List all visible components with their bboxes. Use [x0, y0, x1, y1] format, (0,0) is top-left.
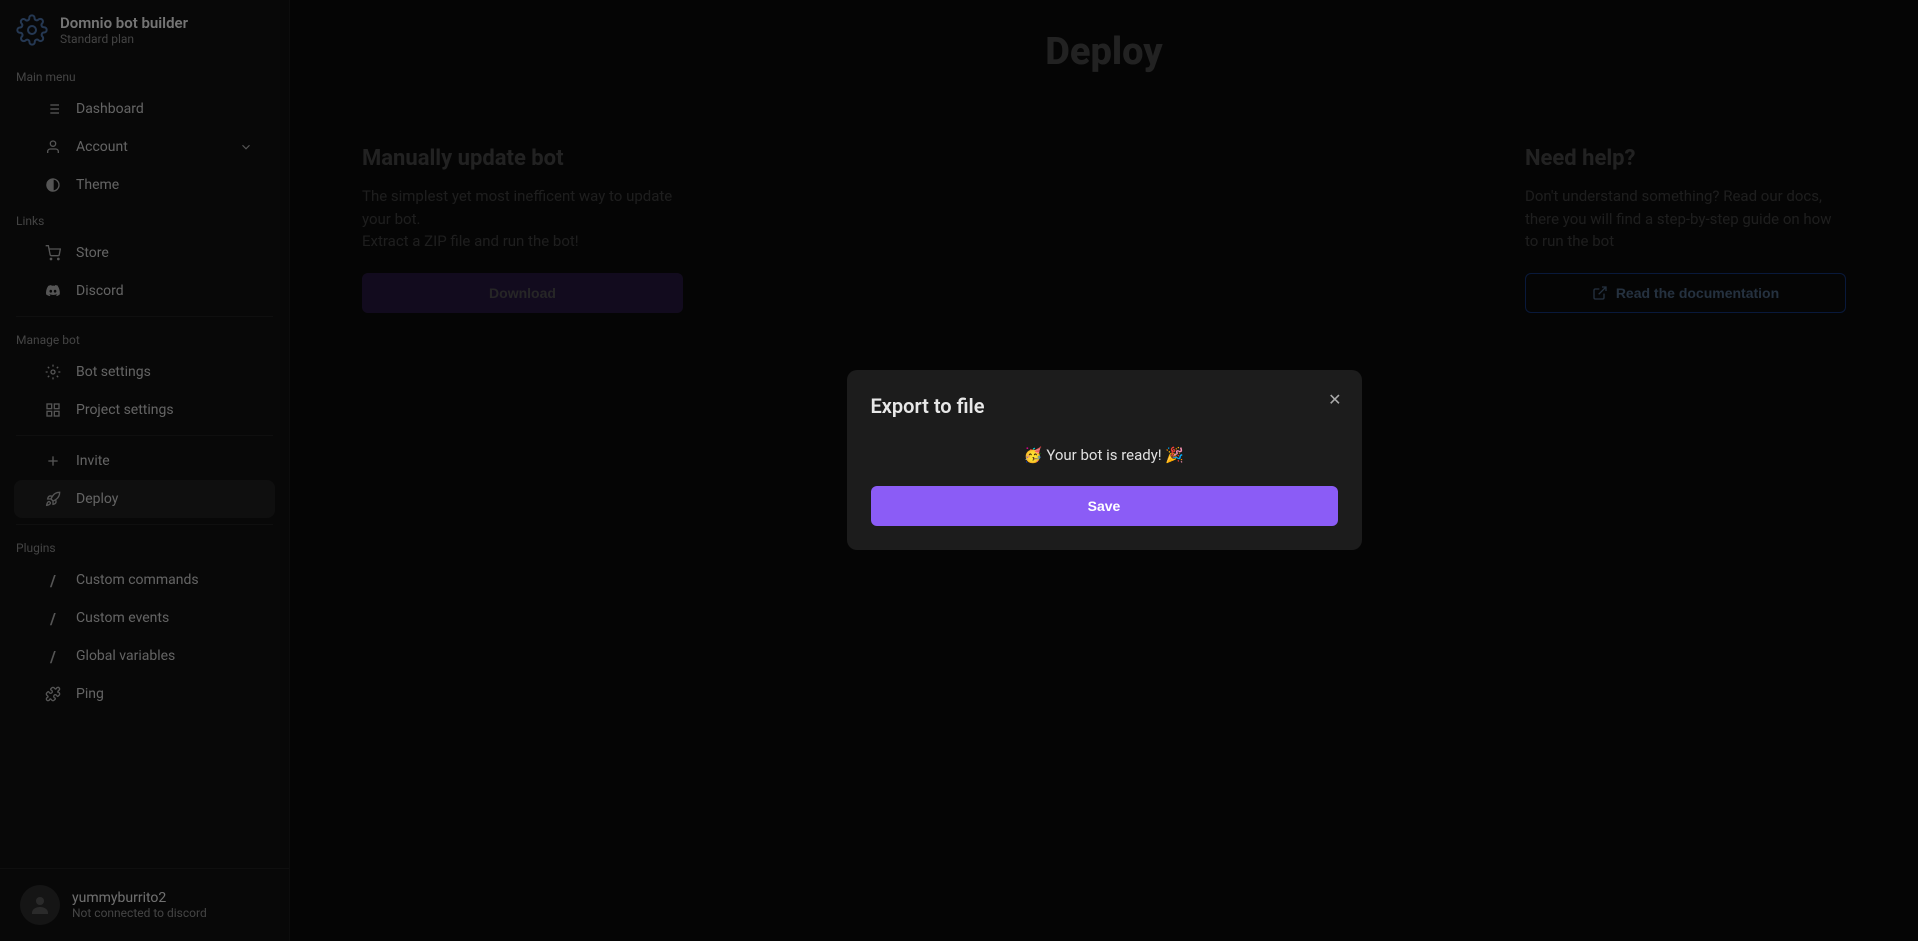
brand-title: Domnio bot builder — [60, 14, 188, 32]
user-name: yummyburrito2 — [72, 890, 207, 906]
divider — [16, 316, 273, 317]
modal-title: Export to file — [871, 394, 1338, 418]
user-icon — [44, 138, 62, 156]
sidebar-item-label: Global variables — [76, 648, 175, 664]
divider — [16, 435, 273, 436]
half-circle-icon — [44, 176, 62, 194]
sidebar-item-label: Bot settings — [76, 364, 151, 380]
chevron-down-icon — [237, 138, 255, 156]
close-icon[interactable]: ✕ — [1328, 390, 1341, 409]
sidebar-item-label: Dashboard — [76, 101, 144, 117]
sidebar-item-theme[interactable]: Theme — [14, 166, 275, 204]
section-manage-bot: Manage bot — [0, 323, 289, 353]
sidebar-item-label: Discord — [76, 283, 124, 299]
avatar — [20, 885, 60, 925]
sidebar-item-label: Invite — [76, 453, 110, 469]
sidebar-item-label: Project settings — [76, 402, 174, 418]
sidebar-item-dashboard[interactable]: Dashboard — [14, 90, 275, 128]
discord-icon — [44, 282, 62, 300]
export-modal: Export to file ✕ 🥳 Your bot is ready! 🎉 … — [847, 370, 1362, 550]
sidebar-item-global-variables[interactable]: / Global variables — [14, 637, 275, 675]
rocket-icon — [44, 490, 62, 508]
section-main-menu: Main menu — [0, 60, 289, 90]
sidebar-item-custom-events[interactable]: / Custom events — [14, 599, 275, 637]
divider — [16, 524, 273, 525]
sidebar-item-label: Account — [76, 139, 128, 155]
sidebar-item-label: Ping — [76, 686, 104, 702]
app-logo-icon — [16, 14, 48, 46]
sidebar: Domnio bot builder Standard plan Main me… — [0, 0, 290, 941]
gear-icon — [44, 363, 62, 381]
plus-icon — [44, 452, 62, 470]
sidebar-item-deploy[interactable]: Deploy — [14, 480, 275, 518]
puzzle-icon — [44, 685, 62, 703]
sidebar-item-project-settings[interactable]: Project settings — [14, 391, 275, 429]
sidebar-item-bot-settings[interactable]: Bot settings — [14, 353, 275, 391]
sidebar-item-label: Custom events — [76, 610, 169, 626]
slash-icon: / — [44, 609, 62, 627]
modal-message: 🥳 Your bot is ready! 🎉 — [871, 446, 1338, 464]
sidebar-item-ping[interactable]: Ping — [14, 675, 275, 713]
list-icon — [44, 100, 62, 118]
main-content: Deploy Manually update bot The simplest … — [290, 0, 1918, 941]
slash-icon: / — [44, 647, 62, 665]
sidebar-item-discord[interactable]: Discord — [14, 272, 275, 310]
section-plugins: Plugins — [0, 531, 289, 561]
cart-icon — [44, 244, 62, 262]
sidebar-header: Domnio bot builder Standard plan — [0, 0, 289, 60]
sidebar-item-invite[interactable]: Invite — [14, 442, 275, 480]
brand-subtitle: Standard plan — [60, 32, 188, 46]
section-links: Links — [0, 204, 289, 234]
sidebar-item-account[interactable]: Account — [14, 128, 275, 166]
sidebar-item-label: Store — [76, 245, 109, 261]
sidebar-item-label: Custom commands — [76, 572, 199, 588]
sidebar-item-label: Deploy — [76, 491, 118, 507]
user-footer[interactable]: yummyburrito2 Not connected to discord — [0, 868, 289, 941]
grid-icon — [44, 401, 62, 419]
sidebar-item-label: Theme — [76, 177, 119, 193]
sidebar-item-custom-commands[interactable]: / Custom commands — [14, 561, 275, 599]
save-button[interactable]: Save — [871, 486, 1338, 526]
sidebar-item-store[interactable]: Store — [14, 234, 275, 272]
user-status: Not connected to discord — [72, 906, 207, 920]
slash-icon: / — [44, 571, 62, 589]
modal-overlay[interactable]: Export to file ✕ 🥳 Your bot is ready! 🎉 … — [290, 0, 1918, 941]
